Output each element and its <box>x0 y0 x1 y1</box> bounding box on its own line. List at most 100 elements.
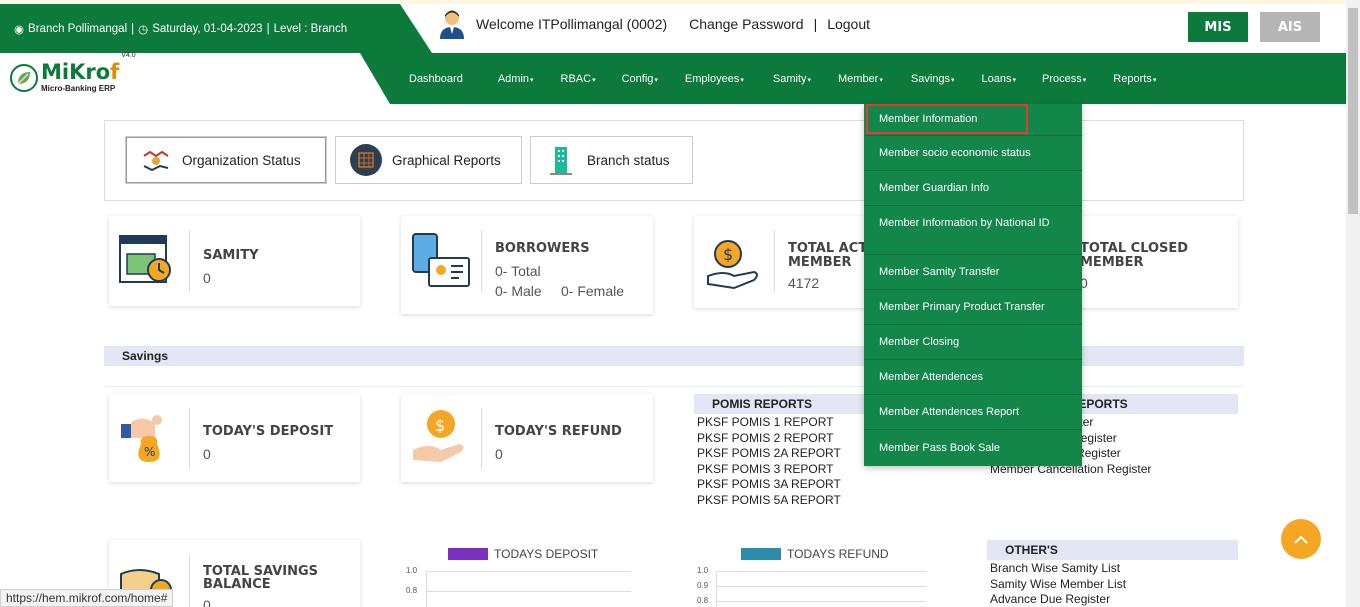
caret-down-icon: ▾ <box>654 76 658 84</box>
caret-down-icon: ▾ <box>1082 76 1087 84</box>
info-separator: | <box>131 22 135 35</box>
refund-chart-tick: 0.9 <box>697 581 709 590</box>
samity-title: SAMITY <box>203 248 259 263</box>
pomis-report-link[interactable]: PKSF POMIS 3 REPORT <box>697 462 841 478</box>
organization-status-button[interactable]: Organization Status <box>125 136 327 184</box>
graphical-reports-label: Graphical Reports <box>392 152 501 168</box>
pomis-report-link[interactable]: PKSF POMIS 2A REPORT <box>697 446 841 462</box>
logo-title: MiKrof <box>41 60 120 84</box>
deposit-chart-axis-line <box>426 571 427 607</box>
pomis-report-link[interactable]: PKSF POMIS 2 REPORT <box>697 431 841 447</box>
info-separator: | <box>266 22 270 35</box>
nav-menu: Dashboard Admin▾ RBAC▾ Config▾ Employees… <box>409 53 1156 104</box>
branch-name: Branch Pollimangal <box>28 22 128 35</box>
branch-status-label: Branch status <box>587 152 670 168</box>
refund-legend-swatch <box>741 548 781 560</box>
others-report-link[interactable]: Branch Wise Samity List <box>990 561 1126 577</box>
deposit-legend-label: TODAYS DEPOSIT <box>494 547 599 561</box>
building-icon <box>550 147 572 175</box>
borrowers-card: BORROWERS 0- Total 0- Male 0- Female <box>401 216 653 314</box>
nav-item-admin[interactable]: Admin▾ <box>498 73 534 85</box>
refund-chart-tick: 0.8 <box>697 596 709 605</box>
samity-stopwatch-icon <box>119 235 171 283</box>
active-member-value: 4172 <box>788 275 820 291</box>
refund-chart-axis-line <box>716 571 717 607</box>
user-avatar-icon <box>440 10 464 39</box>
change-password-link[interactable]: Change Password <box>689 16 803 32</box>
member-menu-item[interactable]: Member Guardian Info <box>864 171 1082 206</box>
member-menu-item[interactable]: Member Samity Transfer <box>864 255 1082 290</box>
borrowers-title: BORROWERS <box>495 241 590 256</box>
user-level: Level : Branch <box>273 22 348 35</box>
nav-item-member[interactable]: Member▾ <box>838 73 883 85</box>
others-header: OTHER'S <box>987 540 1238 560</box>
status-bar-url: https://hem.mikrof.com/home# <box>0 589 174 607</box>
nav-item-config[interactable]: Config▾ <box>622 73 658 85</box>
member-menu-item[interactable]: Member Attendences <box>864 360 1082 395</box>
organization-status-label: Organization Status <box>182 152 301 168</box>
graphical-reports-button[interactable]: Graphical Reports <box>335 136 522 184</box>
todays-deposit-value: 0 <box>203 446 211 462</box>
nav-item-loans[interactable]: Loans▾ <box>982 73 1017 85</box>
mis-button[interactable]: MIS <box>1188 12 1248 42</box>
samity-value: 0 <box>203 270 211 286</box>
nav-item-reports[interactable]: Reports▾ <box>1113 73 1156 85</box>
nav-item-rbac[interactable]: RBAC▾ <box>561 73 596 85</box>
todays-deposit-card: % TODAY'S DEPOSIT 0 <box>109 394 360 482</box>
pomis-report-link[interactable]: PKSF POMIS 5A REPORT <box>697 493 841 509</box>
clock-icon: ◷ <box>138 23 149 36</box>
deposit-chart-tick: 0.8 <box>406 586 418 595</box>
borrowers-total: 0- Total <box>495 263 541 279</box>
member-dropdown-menu: Member Information Member socio economic… <box>864 104 1082 466</box>
nav-item-dashboard[interactable]: Dashboard <box>409 73 463 85</box>
total-savings-title-2: BALANCE <box>203 577 271 592</box>
mikrof-logo[interactable]: MiKrof V4.0 Micro-Banking ERP <box>10 52 136 93</box>
svg-text:$: $ <box>723 245 733 264</box>
nav-item-samity[interactable]: Samity▾ <box>773 73 811 85</box>
welcome-area: Welcome ITPollimangal (0002) Change Pass… <box>438 8 870 40</box>
nav-item-process[interactable]: Process▾ <box>1042 73 1086 85</box>
pomis-report-link[interactable]: PKSF POMIS 3A REPORT <box>697 477 841 493</box>
chevron-up-icon <box>1294 535 1308 544</box>
app-window: ◉ Branch Pollimangal | ◷ Saturday, 01-04… <box>0 0 1360 607</box>
deposit-legend-swatch <box>448 548 488 560</box>
deposit-bag-icon: % <box>121 415 162 462</box>
others-report-link[interactable]: Samity Wise Member List <box>990 577 1126 593</box>
member-menu-item[interactable]: Member Closing <box>864 325 1082 360</box>
member-menu-item[interactable]: Member Information by National ID <box>864 206 1082 255</box>
caret-down-icon: ▾ <box>951 76 955 84</box>
nav-item-employees[interactable]: Employees▾ <box>685 73 744 85</box>
member-menu-item[interactable]: Member Pass Book Sale <box>864 430 1082 466</box>
deposit-chart-tick: 1.0 <box>406 566 418 575</box>
nav-item-savings[interactable]: Savings▾ <box>911 73 955 85</box>
leaf-logo-icon <box>10 63 38 92</box>
others-report-link[interactable]: Advance Due Register <box>990 592 1126 607</box>
todays-refund-title: TODAY'S REFUND <box>495 424 622 439</box>
caret-down-icon: ▾ <box>740 76 744 84</box>
header-separator: | <box>813 16 818 32</box>
member-information-highlight <box>866 104 1028 134</box>
caret-down-icon: ▾ <box>807 76 811 84</box>
samity-card: SAMITY 0 <box>109 216 360 306</box>
scrollbar-thumb[interactable] <box>1348 8 1358 214</box>
total-savings-value: 0 <box>203 597 211 607</box>
member-menu-item[interactable]: Member Attendences Report <box>864 395 1082 430</box>
todays-deposit-title: TODAY'S DEPOSIT <box>203 424 334 439</box>
card-divider <box>774 230 775 292</box>
ais-button[interactable]: AIS <box>1260 12 1320 42</box>
member-menu-item[interactable]: Member Primary Product Transfer <box>864 290 1082 325</box>
scroll-to-top-button[interactable] <box>1281 519 1321 559</box>
todays-refund-card: $ TODAY'S REFUND 0 <box>401 394 653 482</box>
deposit-chart-gridline <box>426 571 631 572</box>
caret-down-icon: ▾ <box>879 76 883 84</box>
closed-member-title-1: TOTAL CLOSED <box>1080 241 1189 256</box>
current-date: Saturday, 01-04-2023 <box>152 22 263 35</box>
card-divider <box>481 408 482 470</box>
member-menu-item[interactable]: Member socio economic status <box>864 136 1082 171</box>
todays-refund-value: 0 <box>495 446 503 462</box>
branch-status-button[interactable]: Branch status <box>530 136 693 184</box>
money-hand-icon: $ <box>707 240 758 290</box>
pomis-report-link[interactable]: PKSF POMIS 1 REPORT <box>697 415 841 431</box>
logout-link[interactable]: Logout <box>827 16 870 32</box>
closed-member-title-2: MEMBER <box>1080 255 1144 270</box>
